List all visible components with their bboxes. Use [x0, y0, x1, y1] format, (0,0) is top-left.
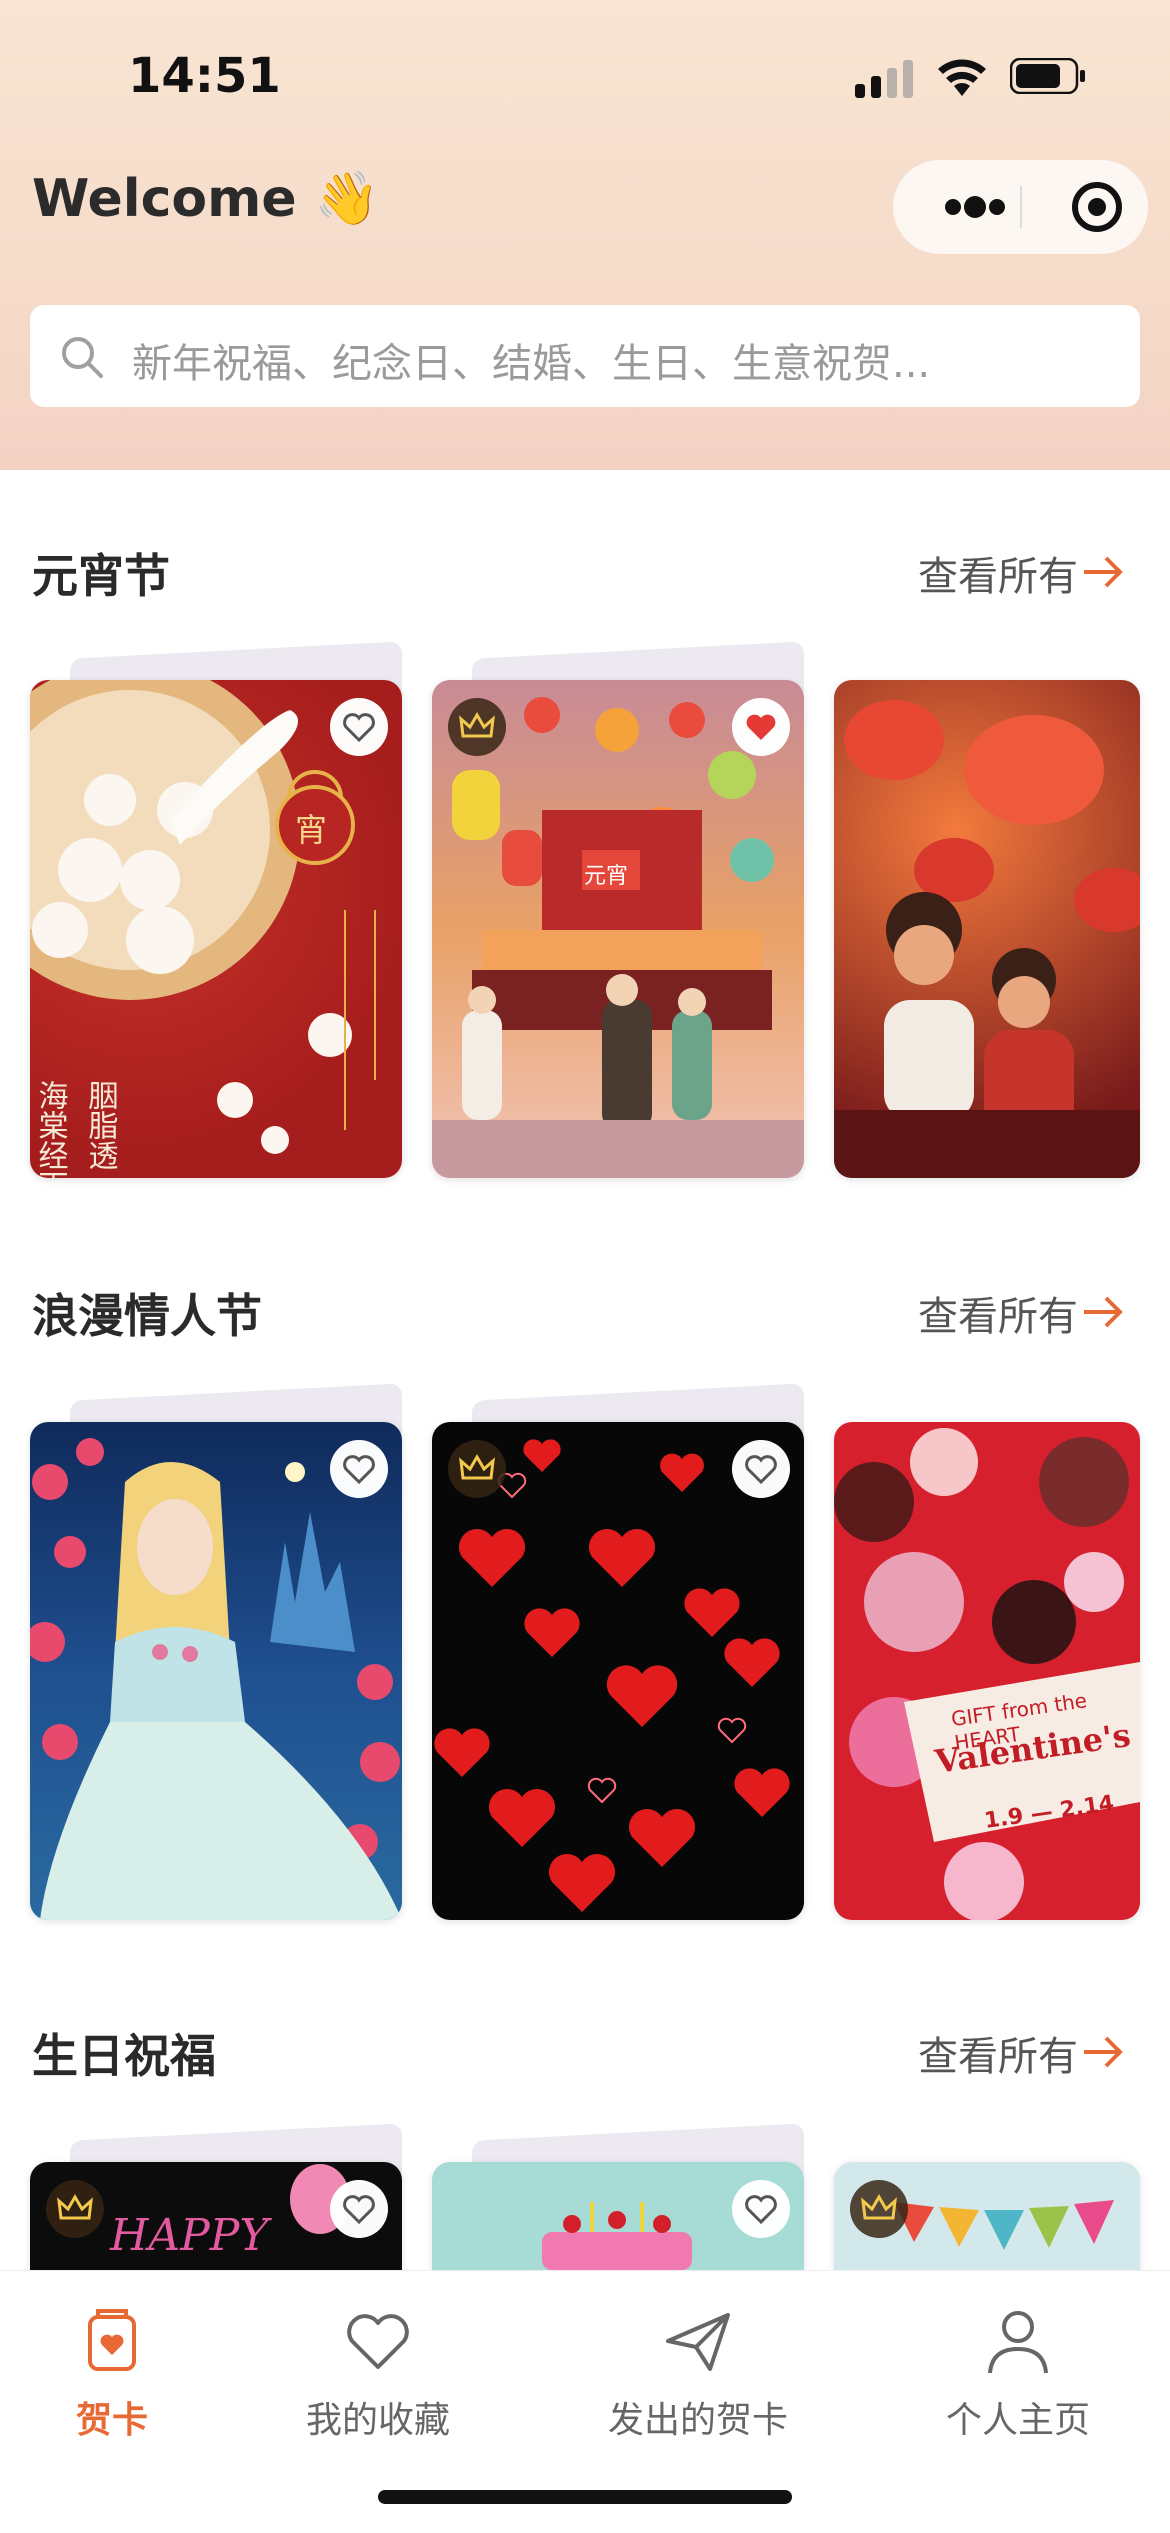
arrow-right-icon [1084, 1296, 1123, 1328]
lantern-children-illustration [834, 700, 1140, 1178]
card-happy-birthday[interactable]: HAPPY [30, 2123, 402, 2270]
arrow-right-icon [1084, 2036, 1123, 2068]
lantern-street-illustration [432, 697, 804, 1178]
hearts-illustration [434, 1439, 790, 1912]
see-all-lantern-festival[interactable]: 查看所有 [918, 544, 1126, 602]
card-hearts[interactable] [432, 1383, 804, 1920]
card-lantern-street[interactable]: 元宵 [432, 641, 804, 1178]
card-image [834, 680, 1140, 1178]
card-lantern-children[interactable] [834, 680, 1140, 1178]
tab-label: 个人主页 [945, 2400, 1090, 2441]
card-image: 海棠经雨 胭脂透 宵 [30, 680, 402, 1178]
princess-illustration [30, 1438, 402, 1920]
card-image [432, 1422, 804, 1920]
miniprogram-capsule [893, 160, 1148, 254]
status-bar: 14:51 [0, 0, 1170, 150]
valentine-gift-illustration [834, 1428, 1140, 1920]
tangyuan-illustration: 海棠经雨 胭脂透 [30, 680, 376, 1178]
status-time: 14:51 [128, 48, 281, 104]
favorite-heart-icon[interactable] [330, 2180, 388, 2238]
card-birthday-cake[interactable] [432, 2123, 804, 2270]
favorite-heart-icon[interactable] [732, 1440, 790, 1498]
svg-text:胭脂透: 胭脂透 [83, 1080, 119, 1170]
crown-icon [850, 2180, 908, 2238]
favorite-heart-filled-icon[interactable] [732, 698, 790, 756]
more-options-icon[interactable] [923, 160, 1023, 254]
card-image: 元宵 [432, 680, 804, 1178]
tab-label: 发出的贺卡 [607, 2400, 788, 2441]
see-all-label: 查看所有 [918, 1294, 1078, 1340]
paper-plane-icon [666, 2313, 730, 2371]
tab-greeting-cards[interactable]: 贺卡 [0, 2301, 242, 2443]
waving-hand-icon: 👋 [314, 169, 380, 229]
card-birthday-bunting[interactable] [834, 2162, 1140, 2270]
card-image [30, 1422, 402, 1920]
wifi-icon [938, 59, 986, 96]
search-icon [62, 337, 103, 378]
section-title-birthday: 生日祝福 [32, 2029, 216, 2083]
svg-text:海棠经雨: 海棠经雨 [33, 1080, 69, 1178]
favorite-heart-icon[interactable] [330, 1440, 388, 1498]
favorite-heart-icon[interactable] [732, 2180, 790, 2238]
section-title-lantern-festival: 元宵节 [32, 549, 170, 603]
heart-outline-icon [347, 2314, 409, 2369]
close-miniprogram-icon[interactable] [1053, 160, 1143, 254]
card-valentine-gift[interactable]: GIFT from the HEART Valentine's Day 1.9 … [834, 1422, 1140, 1920]
tab-my-favorites[interactable]: 我的收藏 [248, 2301, 508, 2443]
card-princess[interactable] [30, 1383, 402, 1920]
card-badge-text: 宵 [295, 811, 328, 849]
tab-sent-cards[interactable]: 发出的贺卡 [568, 2301, 828, 2443]
welcome-title: Welcome 👋 [32, 168, 379, 229]
see-all-valentine[interactable]: 查看所有 [918, 1284, 1126, 1342]
search-input[interactable]: 新年祝福、纪念日、结婚、生日、生意祝贺... [30, 305, 1140, 407]
arrow-right-icon [1084, 556, 1123, 588]
tab-profile[interactable]: 个人主页 [888, 2301, 1148, 2443]
see-all-label: 查看所有 [918, 554, 1078, 600]
battery-icon [1010, 58, 1085, 94]
crown-icon [46, 2180, 104, 2238]
crown-icon [448, 1440, 506, 1498]
tab-label: 我的收藏 [305, 2400, 450, 2441]
capsule-divider [1020, 186, 1022, 228]
see-all-birthday[interactable]: 查看所有 [918, 2024, 1126, 2082]
card-image: GIFT from the HEART Valentine's Day 1.9 … [834, 1422, 1140, 1920]
home-indicator [378, 2490, 792, 2504]
signal-icon [855, 58, 915, 98]
tab-label: 贺卡 [75, 2400, 148, 2441]
person-icon [988, 2311, 1048, 2374]
see-all-label: 查看所有 [918, 2034, 1078, 2080]
card-happy-text: HAPPY [110, 2210, 269, 2261]
welcome-text: Welcome [32, 169, 297, 229]
crown-icon [448, 698, 506, 756]
search-placeholder: 新年祝福、纪念日、结婚、生日、生意祝贺... [132, 341, 931, 387]
card-banner-text: 元宵 [584, 864, 629, 889]
favorite-heart-icon[interactable] [330, 698, 388, 756]
card-tangyuan[interactable]: 海棠经雨 胭脂透 宵 [30, 641, 402, 1178]
section-title-valentine: 浪漫情人节 [32, 1289, 262, 1343]
greeting-card-icon [88, 2309, 136, 2371]
